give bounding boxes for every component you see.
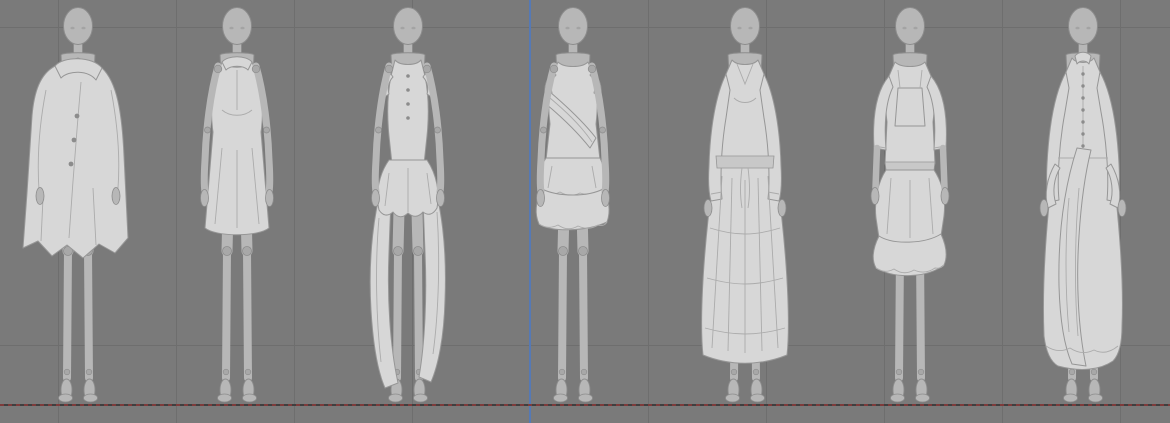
ankle-joint xyxy=(753,369,759,375)
mannequin-hand xyxy=(201,190,209,207)
elbow-joint xyxy=(264,127,270,133)
mannequin-5[interactable] xyxy=(660,0,830,413)
mannequin-hand xyxy=(1040,200,1048,217)
ankle-joint xyxy=(64,369,70,375)
ankle-joint xyxy=(1069,369,1075,375)
mannequin-hand xyxy=(372,190,380,207)
ankle-joint xyxy=(245,369,251,375)
ankle-joint xyxy=(581,369,587,375)
garment-long-sleeve-maxi-dress xyxy=(702,60,789,363)
garment-apron-top-ruffle-skirt xyxy=(873,62,946,276)
mannequin-head xyxy=(731,8,760,45)
mannequin-hand xyxy=(704,200,712,217)
mannequin-4[interactable] xyxy=(488,0,658,413)
mannequin-head xyxy=(896,8,925,45)
ankle-joint xyxy=(1091,369,1097,375)
shoulder-joint xyxy=(214,65,222,73)
mannequin-head xyxy=(223,8,252,45)
elbow-joint xyxy=(435,127,441,133)
mannequin-hand xyxy=(871,188,879,205)
shoulder-joint xyxy=(588,65,596,73)
shoulder-joint xyxy=(423,65,431,73)
viewport-canvas[interactable] xyxy=(0,0,1170,423)
knee-joint xyxy=(223,247,232,256)
mannequin-1[interactable] xyxy=(0,0,163,413)
elbow-joint xyxy=(205,127,211,133)
mannequin-head xyxy=(394,8,423,45)
shoulder-joint xyxy=(252,65,260,73)
mannequin-hand xyxy=(1118,200,1126,217)
ankle-joint xyxy=(918,369,924,375)
ankle-joint xyxy=(86,369,92,375)
mannequin-hand xyxy=(778,200,786,217)
mannequin-hand xyxy=(112,188,120,205)
garment-oversized-asymmetric-coat xyxy=(23,58,128,258)
ankle-joint xyxy=(223,369,229,375)
mannequin-6[interactable] xyxy=(825,0,995,413)
mannequin-hand xyxy=(437,190,445,207)
knee-joint xyxy=(243,247,252,256)
ankle-joint xyxy=(896,369,902,375)
mannequin-hand xyxy=(941,188,949,205)
knee-joint xyxy=(414,247,423,256)
mannequin-head xyxy=(1069,8,1098,45)
elbow-joint xyxy=(376,127,382,133)
mannequin-head xyxy=(64,8,93,45)
mannequin-3[interactable] xyxy=(323,0,493,413)
mannequin-hand xyxy=(602,190,610,207)
knee-joint xyxy=(394,247,403,256)
mannequin-hand xyxy=(537,190,545,207)
shoulder-joint xyxy=(550,65,558,73)
shoulder-joint xyxy=(385,65,393,73)
mannequin-hand xyxy=(36,188,44,205)
mannequin-7[interactable] xyxy=(998,0,1168,413)
knee-joint xyxy=(559,247,568,256)
knee-joint xyxy=(579,247,588,256)
elbow-joint xyxy=(541,127,547,133)
ankle-joint xyxy=(731,369,737,375)
mannequin-head xyxy=(559,8,588,45)
garment-ruffled-shirt-dress xyxy=(1043,52,1122,369)
mannequin-2[interactable] xyxy=(152,0,322,413)
elbow-joint xyxy=(600,127,606,133)
mannequin-hand xyxy=(266,190,274,207)
ankle-joint xyxy=(559,369,565,375)
